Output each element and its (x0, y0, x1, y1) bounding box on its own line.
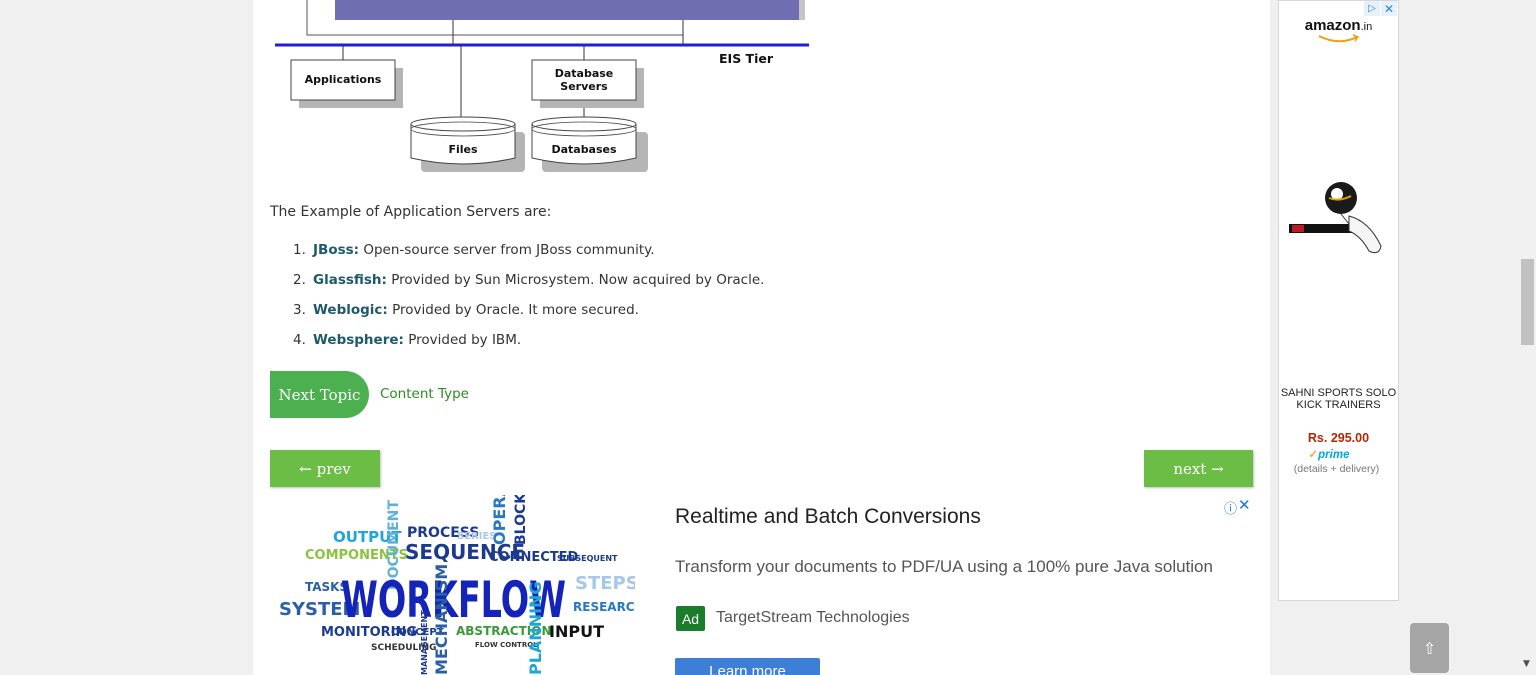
prime-check-icon: ✓ (1308, 449, 1319, 461)
kick-trainer-product-image[interactable] (1289, 176, 1389, 266)
amazon-logo-brand: amazon (1304, 17, 1361, 34)
amazon-logo: amazon.in (1279, 17, 1398, 34)
cloud-word: RESEARCH (573, 600, 635, 614)
amazon-logo-tld: .in (1360, 21, 1373, 33)
ad-advertiser[interactable]: TargetStream Technologies (716, 609, 910, 627)
server-name: Weblogic: (313, 302, 388, 318)
server-name: JBoss: (313, 242, 360, 258)
cloud-word: STEPS (575, 573, 635, 594)
prime-label: prime (1318, 449, 1350, 461)
files-node-label: Files (448, 143, 478, 156)
amazon-side-ad[interactable]: amazon.in SAHNI SPORTS SOLO KICK TRAINER… (1278, 0, 1399, 601)
server-description: Provided by Sun Microsystem. Now acquire… (386, 272, 765, 288)
cloud-word: BLOCK (513, 495, 529, 545)
server-name: Websphere: (313, 332, 404, 348)
cloud-word: PLANNING (526, 581, 545, 675)
cloud-word: OPERA (490, 495, 509, 545)
list-number: 4. (293, 332, 306, 348)
next-button[interactable]: next → (1144, 450, 1253, 487)
server-description: Open-source server from JBoss community. (359, 242, 655, 258)
eis-tier-label: EIS Tier (719, 51, 773, 66)
cloud-word: INPUT (549, 622, 604, 641)
scroll-to-top-button[interactable]: ⇧ (1410, 623, 1449, 673)
page-scrollbar[interactable]: ▼ (1519, 0, 1536, 675)
app-server-list: 1. JBoss: Open-source server from JBoss … (270, 239, 764, 359)
server-name: Glassfish: (313, 272, 387, 288)
list-number: 3. (293, 302, 306, 318)
ad-badge: Ad (676, 606, 705, 631)
ad-headline[interactable]: Realtime and Batch Conversions (675, 505, 981, 529)
list-item: 4. Websphere: Provided by IBM. (270, 329, 764, 359)
prime-badge: ✓prime (1279, 447, 1379, 461)
prev-button[interactable]: ← prev (270, 450, 380, 487)
side-ad-close-icon[interactable]: ✕ (1381, 1, 1397, 16)
cloud-word: SUBSEQUENT (557, 554, 618, 563)
workflow-wordcloud-image[interactable]: OUTPUT COMPONENTS DOCUMENT PROCESS SERIE… (275, 483, 645, 675)
database-servers-label-line1: Database (554, 67, 614, 80)
scrollbar-thumb[interactable] (1521, 259, 1534, 345)
ad-close-icon[interactable]: ✕ (1238, 496, 1251, 514)
next-topic-badge: Next Topic (270, 371, 369, 418)
list-number: 1. (293, 242, 306, 258)
applications-node-label: Applications (304, 73, 382, 86)
next-topic-link[interactable]: Content Type (380, 386, 469, 402)
architecture-diagram: EIS Tier Applications Database Servers F… (253, 0, 813, 180)
intro-text: The Example of Application Servers are: (270, 204, 552, 220)
cloud-word: MANAGEMENT (420, 610, 429, 675)
product-name[interactable]: SAHNI SPORTS SOLO KICK TRAINERS (1279, 387, 1398, 411)
list-item: 3. Weblogic: Provided by Oracle. It more… (270, 299, 764, 329)
scroll-down-arrow-icon[interactable]: ▼ (1523, 659, 1530, 669)
adchoices-icon[interactable]: ▷ (1364, 1, 1380, 16)
ad-info-icon[interactable]: ⓘ (1224, 498, 1237, 517)
database-servers-label-line2: Servers (560, 80, 608, 93)
databases-node-label: Databases (551, 143, 617, 156)
amazon-smile-icon (1318, 34, 1360, 43)
server-description: Provided by IBM. (403, 332, 522, 348)
wordcloud-graphic: OUTPUT COMPONENTS DOCUMENT PROCESS SERIE… (279, 483, 645, 675)
learn-more-button[interactable]: Learn more (675, 658, 820, 675)
main-content: EIS Tier Applications Database Servers F… (253, 0, 1270, 675)
ad-description: Transform your documents to PDF/UA using… (675, 557, 1213, 576)
cloud-word: MECHANISM (432, 564, 451, 675)
details-delivery-link[interactable]: (details + delivery) (1279, 463, 1394, 475)
list-number: 2. (293, 272, 306, 288)
list-item: 1. JBoss: Open-source server from JBoss … (270, 239, 764, 269)
server-description: Provided by Oracle. It more secured. (387, 302, 639, 318)
product-price: Rs. 295.00 (1307, 431, 1370, 445)
list-item: 2. Glassfish: Provided by Sun Microsyste… (270, 269, 764, 299)
